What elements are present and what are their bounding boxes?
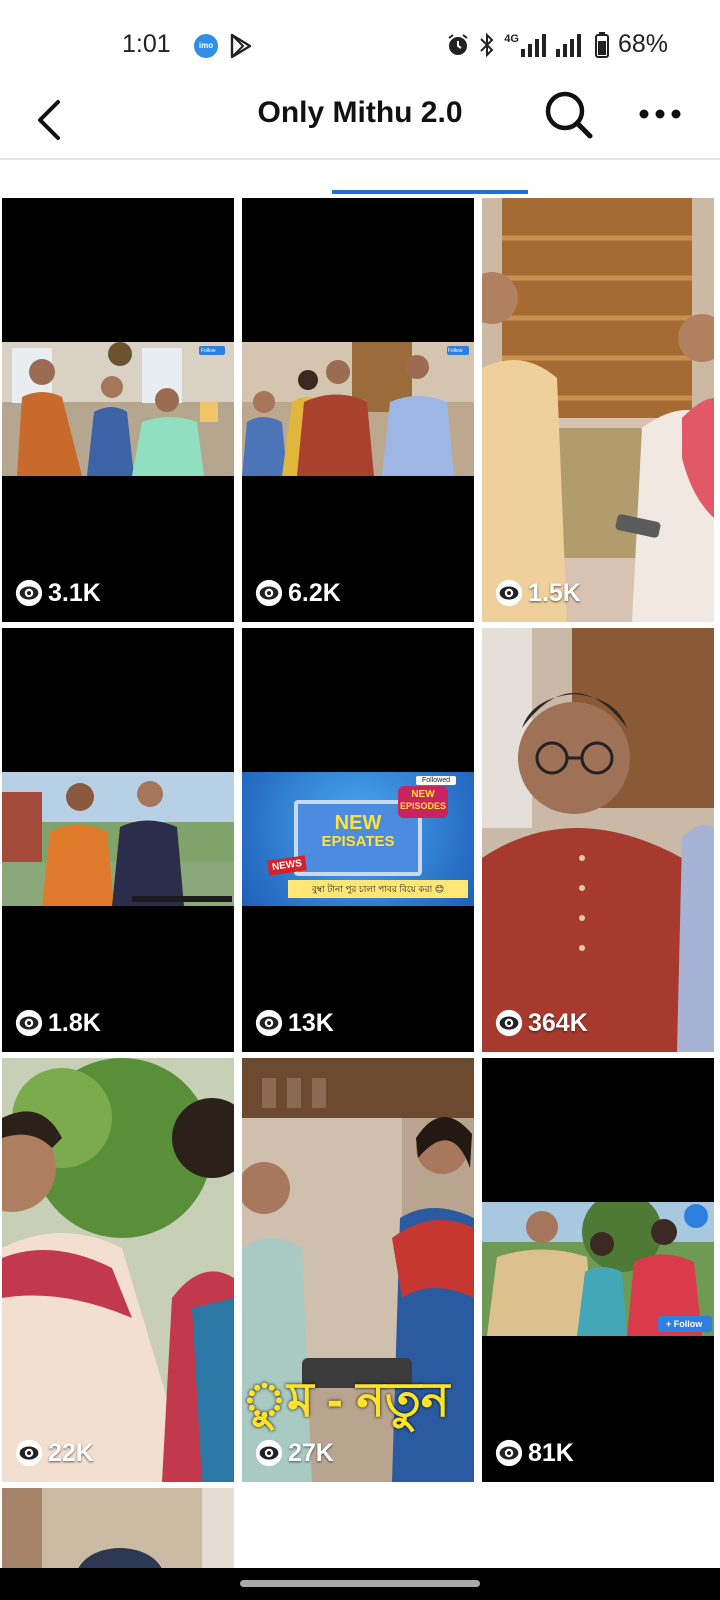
eye-icon — [254, 1008, 284, 1038]
follow-badge: + Follow — [666, 1319, 703, 1329]
episodes-sticker: NEW EPISODES — [398, 786, 448, 818]
video-tile[interactable]: NEW EPISATES NEW EPISODES NEWS বুম্বা টা… — [242, 628, 474, 1052]
sticker-new: NEW — [411, 789, 435, 800]
home-gesture-handle[interactable] — [240, 1580, 480, 1587]
tab-indicator — [332, 190, 528, 194]
overlay-caption: ুম - নতুন — [242, 1374, 450, 1427]
view-count: 1.5K — [494, 578, 581, 608]
view-count: 22K — [14, 1438, 94, 1468]
status-time: 1:01 — [122, 30, 171, 58]
imo-icon: imo — [194, 34, 218, 58]
video-thumbnail — [482, 628, 714, 1052]
header-divider — [0, 158, 720, 160]
more-icon[interactable] — [636, 102, 684, 126]
view-count: 3.1K — [14, 578, 101, 608]
video-thumbnail — [482, 1202, 714, 1336]
video-tile[interactable]: 1.8K — [2, 628, 234, 1052]
video-tile[interactable]: 22K — [2, 1058, 234, 1482]
app-header: Only Mithu 2.0 — [0, 80, 720, 160]
4g-signal-icon: 4G — [504, 33, 547, 57]
view-count-label: 1.5K — [528, 578, 581, 607]
view-count-label: 27K — [288, 1438, 334, 1467]
eye-icon — [254, 1438, 284, 1468]
search-icon[interactable] — [540, 86, 596, 142]
video-thumbnail — [242, 342, 474, 476]
video-tile[interactable]: ুম - নতুন 27K — [242, 1058, 474, 1482]
battery-icon — [594, 31, 609, 58]
news-caption: বুম্বা টানা পুর চালা পাবর বিয়ে করা 😊 — [288, 880, 468, 898]
eye-icon — [254, 578, 284, 608]
video-tile[interactable]: Follow 6.2K — [242, 198, 474, 622]
eye-icon — [494, 1438, 524, 1468]
view-count: 6.2K — [254, 578, 341, 608]
video-thumbnail — [2, 1058, 234, 1482]
eye-icon — [14, 1438, 44, 1468]
video-thumbnail — [2, 342, 234, 476]
view-count: 27K — [254, 1438, 334, 1468]
view-count-label: 6.2K — [288, 578, 341, 607]
video-tile[interactable]: 1.5K — [482, 198, 714, 622]
follow-badge: Follow — [201, 348, 216, 354]
system-nav-bar — [0, 1568, 720, 1600]
bluetooth-icon — [480, 32, 494, 57]
play-store-icon — [230, 33, 252, 59]
video-tile[interactable]: Follow 3.1K — [2, 198, 234, 622]
view-count: 81K — [494, 1438, 574, 1468]
signal-icon — [555, 33, 581, 57]
eye-icon — [494, 1008, 524, 1038]
view-count-label: 1.8K — [48, 1008, 101, 1037]
view-count-label: 364K — [528, 1008, 588, 1037]
follow-badge: Follow — [448, 348, 463, 354]
video-thumbnail — [2, 772, 234, 906]
sticker-episodes: EPISODES — [399, 801, 446, 811]
eye-icon — [14, 578, 44, 608]
status-icons: 4G 68% — [446, 30, 668, 59]
status-bar: 1:01 imo 4G 68% — [0, 0, 720, 90]
headline-episates: EPISATES — [321, 833, 395, 850]
video-tile[interactable]: 364K — [482, 628, 714, 1052]
view-count-label: 22K — [48, 1438, 94, 1467]
view-count: 13K — [254, 1008, 334, 1038]
video-tile[interactable] — [2, 1488, 234, 1568]
view-count-label: 13K — [288, 1008, 334, 1037]
network-label: 4G — [504, 32, 519, 45]
video-thumbnail — [2, 1488, 234, 1568]
alarm-icon — [448, 33, 468, 55]
page-title: Only Mithu 2.0 — [257, 96, 463, 129]
eye-icon — [494, 578, 524, 608]
view-count-label: 81K — [528, 1438, 574, 1467]
video-tile[interactable]: + Follow 81K — [482, 1058, 714, 1482]
view-count: 1.8K — [14, 1008, 101, 1038]
view-count: 364K — [494, 1008, 588, 1038]
followed-badge: Followed — [416, 776, 457, 785]
view-count-label: 3.1K — [48, 578, 101, 607]
eye-icon — [14, 1008, 44, 1038]
video-thumbnail: NEW EPISATES NEW EPISODES NEWS বুম্বা টা… — [242, 772, 474, 906]
video-thumbnail — [482, 198, 714, 622]
battery-percent: 68% — [617, 30, 668, 58]
